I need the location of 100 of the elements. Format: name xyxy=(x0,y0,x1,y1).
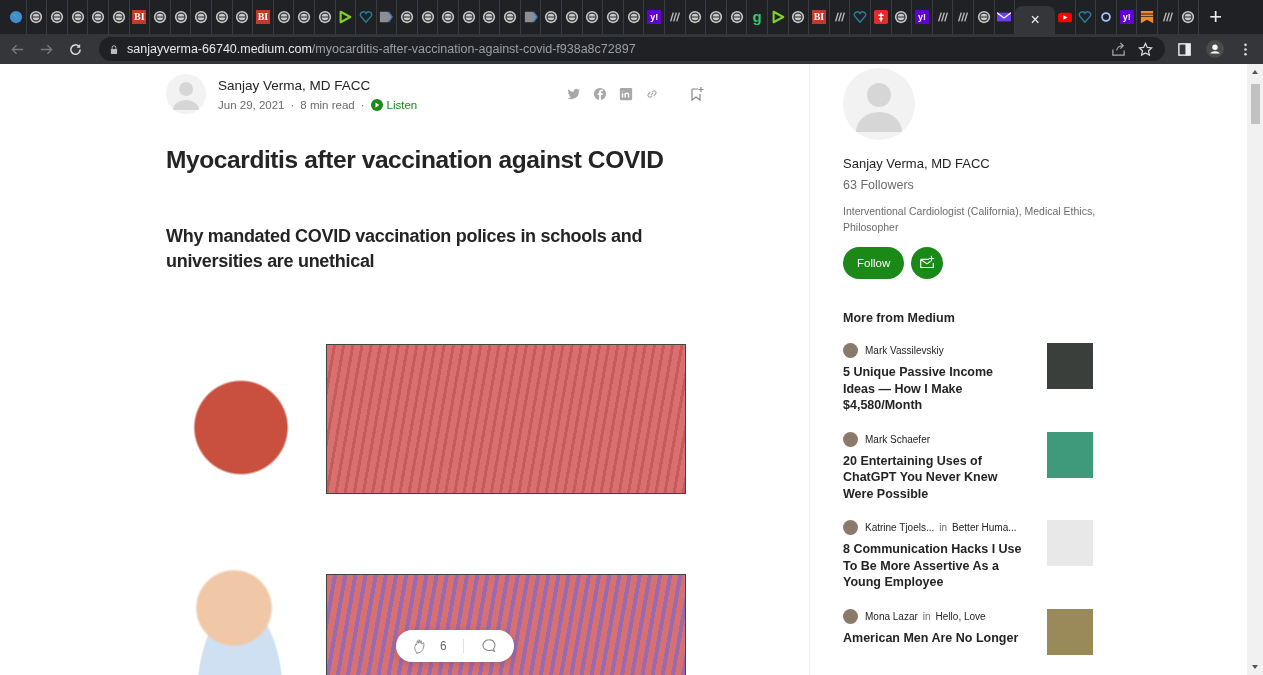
address-bar[interactable]: sanjayverma-66740.medium.com/myocarditis-after-vaccination-against-covid-f938a8c72897 xyxy=(99,37,1165,61)
globe-icon xyxy=(317,10,332,24)
publication-name[interactable]: Hello, Love xyxy=(935,610,986,622)
earth-icon xyxy=(8,10,23,24)
new-tab-button[interactable]: + xyxy=(1209,7,1223,27)
globe-icon xyxy=(626,10,641,24)
stripes-icon xyxy=(667,10,682,24)
favicon-logo: y! xyxy=(1119,10,1134,24)
follow-button[interactable]: Follow xyxy=(843,247,905,279)
lock-icon xyxy=(109,43,119,55)
favicon-logo: g xyxy=(751,10,763,24)
globe-icon xyxy=(544,10,559,24)
bookmark-add-icon[interactable] xyxy=(689,86,705,102)
globe-icon xyxy=(297,10,312,24)
globe-icon xyxy=(1181,10,1196,24)
thumbnail-placeholder[interactable] xyxy=(1047,431,1093,478)
globe-icon xyxy=(503,10,518,24)
author-bio: Interventional Cardiologist (California), Medical Ethics, Philosopher xyxy=(843,204,1097,235)
story-title[interactable]: 8 Communication Hacks I Use To Be More Assertive As a Young Employee xyxy=(843,541,1028,591)
subscribe-button[interactable] xyxy=(911,247,944,279)
browser-tab[interactable]: × xyxy=(1015,6,1056,34)
publish-date: Jun 29, 2021 xyxy=(218,98,285,111)
globe-icon xyxy=(29,10,44,24)
stripes-icon xyxy=(956,10,971,24)
chevron-icon xyxy=(379,10,394,24)
story-title[interactable]: 5 Unique Passive Income Ideas — How I Make $4,580/Month xyxy=(843,364,1028,414)
favicon-logo: BI xyxy=(255,10,270,24)
author-name[interactable]: Sanjay Verma, MD FACC xyxy=(843,156,1247,171)
story-title[interactable]: American Men Are No Longer xyxy=(843,629,1028,646)
globe-icon xyxy=(461,10,476,24)
globe-icon xyxy=(420,10,435,24)
globe-icon xyxy=(152,10,167,24)
stripes-icon xyxy=(832,10,847,24)
story-author[interactable]: Mark Schaefer xyxy=(865,433,931,445)
favicon-logo: BI xyxy=(132,10,147,24)
reload-icon[interactable] xyxy=(68,41,83,57)
thumbnail-placeholder[interactable] xyxy=(1047,343,1093,389)
globe-icon xyxy=(50,10,64,24)
globe-icon xyxy=(276,10,291,24)
star-icon[interactable] xyxy=(1138,41,1153,57)
globe-icon xyxy=(214,10,229,24)
article-title: Myocarditis after vaccination against COVID xyxy=(166,146,665,174)
article-subtitle: Why mandated COVID vaccination polices in schools and universities are unethical xyxy=(166,225,644,273)
globe-icon xyxy=(111,10,126,24)
globe-icon xyxy=(709,10,723,24)
story-author[interactable]: Mona Lazar xyxy=(865,610,918,622)
author-avatar xyxy=(843,520,858,535)
globe-icon xyxy=(173,10,188,24)
comment-icon[interactable] xyxy=(479,637,498,655)
heart-icon xyxy=(358,10,373,24)
globe-icon xyxy=(606,10,620,24)
share-icon[interactable] xyxy=(1111,41,1126,57)
listen-button[interactable]: Listen xyxy=(370,98,418,111)
mail-icon xyxy=(997,10,1012,24)
globe-icon xyxy=(70,10,85,24)
globe-icon xyxy=(441,10,456,24)
author-name[interactable]: Sanjay Verma, MD FACC xyxy=(218,77,418,93)
author-avatar xyxy=(843,608,858,624)
heart-icon xyxy=(853,10,868,24)
author-avatar xyxy=(843,343,858,358)
follower-count[interactable]: 63 Followers xyxy=(843,178,1247,192)
globe-icon xyxy=(564,10,579,24)
story-author[interactable]: Katrine Tjoels... xyxy=(865,522,935,533)
scrollbar-thumb[interactable] xyxy=(1250,84,1260,124)
globe-icon xyxy=(894,10,909,24)
side-panel-icon[interactable] xyxy=(1177,41,1192,57)
separator-dot: · xyxy=(360,98,365,111)
play-icon xyxy=(338,10,353,24)
globe-icon xyxy=(400,10,415,24)
globe-icon xyxy=(729,10,744,24)
favicon-logo: BI xyxy=(811,10,826,24)
clap-count: 6 xyxy=(440,639,447,653)
separator-dot: · xyxy=(290,98,295,111)
globe-icon xyxy=(688,10,703,24)
close-tab-button[interactable]: × xyxy=(1030,12,1040,28)
heart-icon xyxy=(1078,10,1093,24)
globe-icon xyxy=(976,10,991,24)
in-label: in xyxy=(922,610,931,622)
stripes-icon xyxy=(935,10,950,24)
profile-icon[interactable] xyxy=(1206,40,1224,58)
globe-icon xyxy=(235,10,250,24)
globe-icon xyxy=(194,10,209,24)
globe-icon xyxy=(585,10,600,24)
section-heading: More from Medium xyxy=(843,311,956,325)
globe-icon xyxy=(482,10,497,24)
story-author[interactable]: Mark Vassilevskiy xyxy=(865,345,944,356)
stripes-icon xyxy=(1160,10,1175,24)
thumbnail-placeholder[interactable] xyxy=(1047,608,1093,655)
bookmark-icon xyxy=(1140,10,1155,24)
play-icon xyxy=(770,10,785,24)
favicon-logo: y! xyxy=(647,10,662,24)
author-avatar xyxy=(843,431,858,447)
globe-icon xyxy=(791,10,806,24)
url-text: sanjayverma-66740.medium.com/myocarditis-after-vaccination-against-covid-f938a8c72897 xyxy=(127,42,636,56)
publication-name[interactable]: Better Huma... xyxy=(952,522,1017,533)
read-time: 8 min read xyxy=(300,98,355,111)
ring-icon xyxy=(1099,10,1114,24)
story-title[interactable]: 20 Entertaining Uses of ChatGPT You Never Knew Were Possible xyxy=(843,452,1028,502)
in-label: in xyxy=(939,522,948,533)
globe-icon xyxy=(91,10,106,24)
